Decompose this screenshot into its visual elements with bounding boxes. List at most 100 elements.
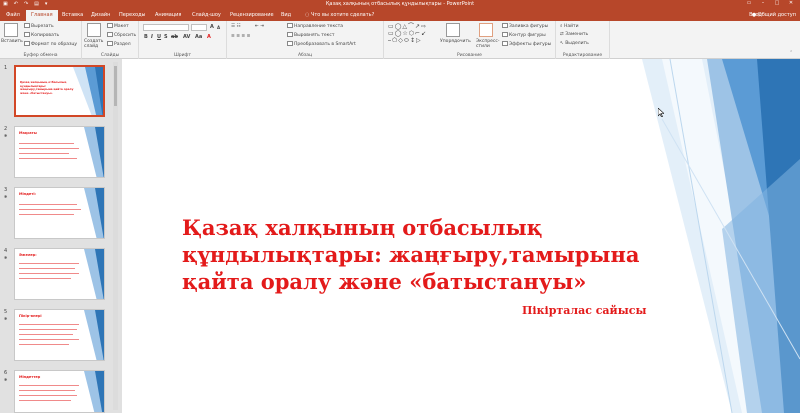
smartart-button[interactable]: Преобразовать в SmartArt [287,41,356,47]
group-clipboard: Вставить Вырезать Копировать Формат по о… [0,21,82,59]
bold-icon[interactable]: B [144,34,148,40]
layout-button[interactable]: Макет [107,23,129,29]
scrollbar-thumb[interactable] [114,66,117,106]
shadow-icon[interactable]: S [164,34,168,40]
thumbnail-decoration [84,127,104,177]
find-button[interactable]: ⌕ Найти [560,23,579,29]
scissors-icon [24,23,30,28]
thumbnail-image[interactable]: Міндеттер [14,370,105,413]
italic-icon[interactable]: I [151,34,153,40]
new-slide-button[interactable]: Создать слайд [84,39,106,49]
group-font: A A B I U S ab AV Aa A Шрифт [139,21,227,59]
thumbnail-text-line [19,143,74,144]
arrange-button[interactable]: Упорядочить [440,39,471,44]
thumbnail-image[interactable]: Қазақ халқының отбасылық құндылықтары: ж… [14,65,105,117]
font-size-select[interactable] [191,24,207,31]
text-direction-button[interactable]: Направление текста [287,23,343,29]
slide-title[interactable]: Қазақ халқының отбасылық құндылықтары: ж… [182,214,662,295]
quick-styles-button[interactable]: Экспресс-стили [476,39,500,49]
ribbon-display-icon[interactable]: ▭ [742,0,756,6]
copy-button[interactable]: Копировать [24,32,59,38]
font-color-icon[interactable]: A [207,34,211,40]
tab-design[interactable]: Дизайн [91,12,110,18]
thumbnail-image[interactable]: Әжелер: [14,248,105,300]
thumbnail-text-line [19,204,77,205]
collapse-ribbon-icon[interactable]: ˄ [790,51,792,56]
share-button[interactable]: ● Общий доступ [752,12,796,18]
paint-bucket-icon [502,23,508,28]
tab-transitions[interactable]: Переходы [119,12,146,18]
minimize-icon[interactable]: – [756,0,770,6]
new-slide-icon[interactable] [87,23,101,37]
shapes-gallery[interactable]: ▭◯△⌒↗⇨ ▭◯☆⬡⌐↙ ⎯⬠◇⬭↕▷ [388,23,436,44]
spacing-icon[interactable]: AV [183,34,190,40]
current-slide[interactable]: Қазақ халқының отбасылық құндылықтары: ж… [122,59,800,413]
thumbnail-text-line [19,209,81,210]
tab-view[interactable]: Вид [281,12,291,18]
group-drawing: ▭◯△⌒↗⇨ ▭◯☆⬡⌐↙ ⎯⬠◇⬭↕▷ Упорядочить Экспрес… [384,21,556,59]
drawing-label: Рисование [457,53,482,58]
close-icon[interactable]: ✕ [784,0,798,6]
pen-icon [502,32,508,37]
thumbnail-text-line [19,395,77,396]
shape-outline-button[interactable]: Контур фигуры [502,32,546,38]
section-button[interactable]: Раздел [107,41,131,47]
reset-icon [107,32,113,37]
cut-button[interactable]: Вырезать [24,23,54,29]
font-grow-icon[interactable]: A [210,24,214,30]
format-painter-button[interactable]: Формат по образцу [24,41,77,47]
thumbnail-text-line [19,324,79,325]
thumbnail-text-line [19,385,79,386]
reset-button[interactable]: Сбросить [107,32,136,38]
change-case-icon[interactable]: Aa [195,34,202,40]
thumbnail-image[interactable]: Мақсаты [14,126,105,178]
thumbnail-decoration [84,310,104,360]
align-text-button[interactable]: Выровнять текст [287,32,334,38]
align-text-icon [287,32,293,37]
select-button[interactable]: ↖ Выделить [560,41,589,46]
smartart-icon [287,41,293,46]
group-editing: ⌕ Найти ⇄ Заменить ↖ Выделить Редактиров… [556,21,610,59]
quick-styles-icon[interactable] [479,23,493,37]
tab-file[interactable]: Файл [6,12,20,18]
thumbnail-number: 3 [4,187,8,193]
tab-slideshow[interactable]: Слайд-шоу [192,12,221,18]
thumbnail-scrollbar[interactable] [113,62,118,410]
thumbnail-text-line [19,148,79,149]
bullets-icon[interactable]: ☰ ☷ [231,24,241,29]
underline-icon[interactable]: U [157,34,161,40]
thumbnail-title: Міндеті: [19,192,36,196]
shape-fill-button[interactable]: Заливка фигуры [502,23,548,29]
star-icon: ✱ [4,316,8,321]
maximize-icon[interactable]: □ [770,0,784,6]
slide-subtitle[interactable]: Пікірталас сайысы [522,304,646,317]
thumbnail-text-line [19,278,71,279]
star-icon: ✱ [4,133,8,138]
thumbnail-image[interactable]: Міндеті: [14,187,105,239]
replace-button[interactable]: ⇄ Заменить [560,32,588,37]
thumbnail-image[interactable]: Пікір-өнері [14,309,105,361]
indent-icon[interactable]: ⇤ ⇥ [255,24,264,29]
tab-animations[interactable]: Анимация [155,12,181,18]
thumbnail-text-line [19,214,74,215]
section-icon [107,41,113,46]
brush-icon [24,41,30,46]
text-direction-icon [287,23,293,28]
thumbnail-title: Пікір-өнері [19,314,42,318]
align-icons[interactable]: ≡ ≡ ≡ ≡ [231,34,250,39]
font-name-select[interactable] [143,24,189,31]
arrange-icon[interactable] [446,23,460,37]
tab-review[interactable]: Рецензирование [230,12,274,18]
strikethrough-icon[interactable]: ab [171,34,178,40]
star-icon: ✱ [4,194,8,199]
paste-icon[interactable] [4,23,18,37]
font-shrink-icon[interactable]: A [217,25,220,30]
shape-effects-button[interactable]: Эффекты фигуры [502,41,551,47]
thumbnail-text-line [19,153,69,154]
mouse-cursor-icon [658,108,664,117]
paste-button[interactable]: Вставить [1,39,23,44]
tab-home[interactable]: Главная [26,10,58,21]
star-icon: ✱ [4,377,8,382]
tab-insert[interactable]: Вставка [62,12,83,18]
tell-me-search[interactable]: ◌ Что вы хотите сделать? [305,12,374,18]
